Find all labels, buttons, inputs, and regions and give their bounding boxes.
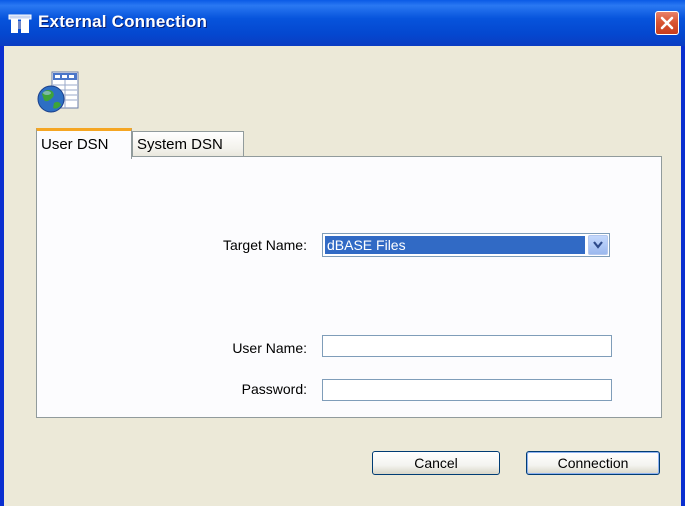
- cancel-button[interactable]: Cancel: [372, 451, 500, 475]
- connection-button[interactable]: Connection: [526, 451, 660, 475]
- database-globe-icon: [34, 70, 82, 114]
- target-name-select[interactable]: dBASE Files: [322, 233, 610, 257]
- close-button[interactable]: [655, 11, 679, 35]
- tab-label: System DSN: [137, 136, 223, 153]
- tab-label: User DSN: [41, 136, 109, 153]
- dialog-client-area: User DSN System DSN Target Name: dBASE F…: [4, 46, 681, 506]
- user-name-label: User Name:: [232, 340, 307, 356]
- select-value: dBASE Files: [325, 236, 585, 254]
- window-app-icon: [8, 12, 34, 34]
- connection-button-label: Connection: [557, 455, 629, 471]
- password-label: Password:: [241, 381, 307, 397]
- tab-user-dsn[interactable]: User DSN: [36, 128, 132, 159]
- tab-system-dsn[interactable]: System DSN: [132, 131, 244, 159]
- tab-panel: Target Name: dBASE Files User Name: Pass…: [36, 156, 662, 418]
- target-name-label: Target Name:: [222, 237, 307, 253]
- title-bar[interactable]: External Connection: [0, 0, 685, 46]
- password-input[interactable]: [322, 379, 612, 401]
- dialog-window: External Connection User DSN System DSN …: [0, 0, 685, 506]
- cancel-button-label: Cancel: [414, 455, 458, 471]
- user-name-input[interactable]: [322, 335, 612, 357]
- dropdown-button[interactable]: [588, 235, 608, 255]
- window-title: External Connection: [38, 12, 208, 31]
